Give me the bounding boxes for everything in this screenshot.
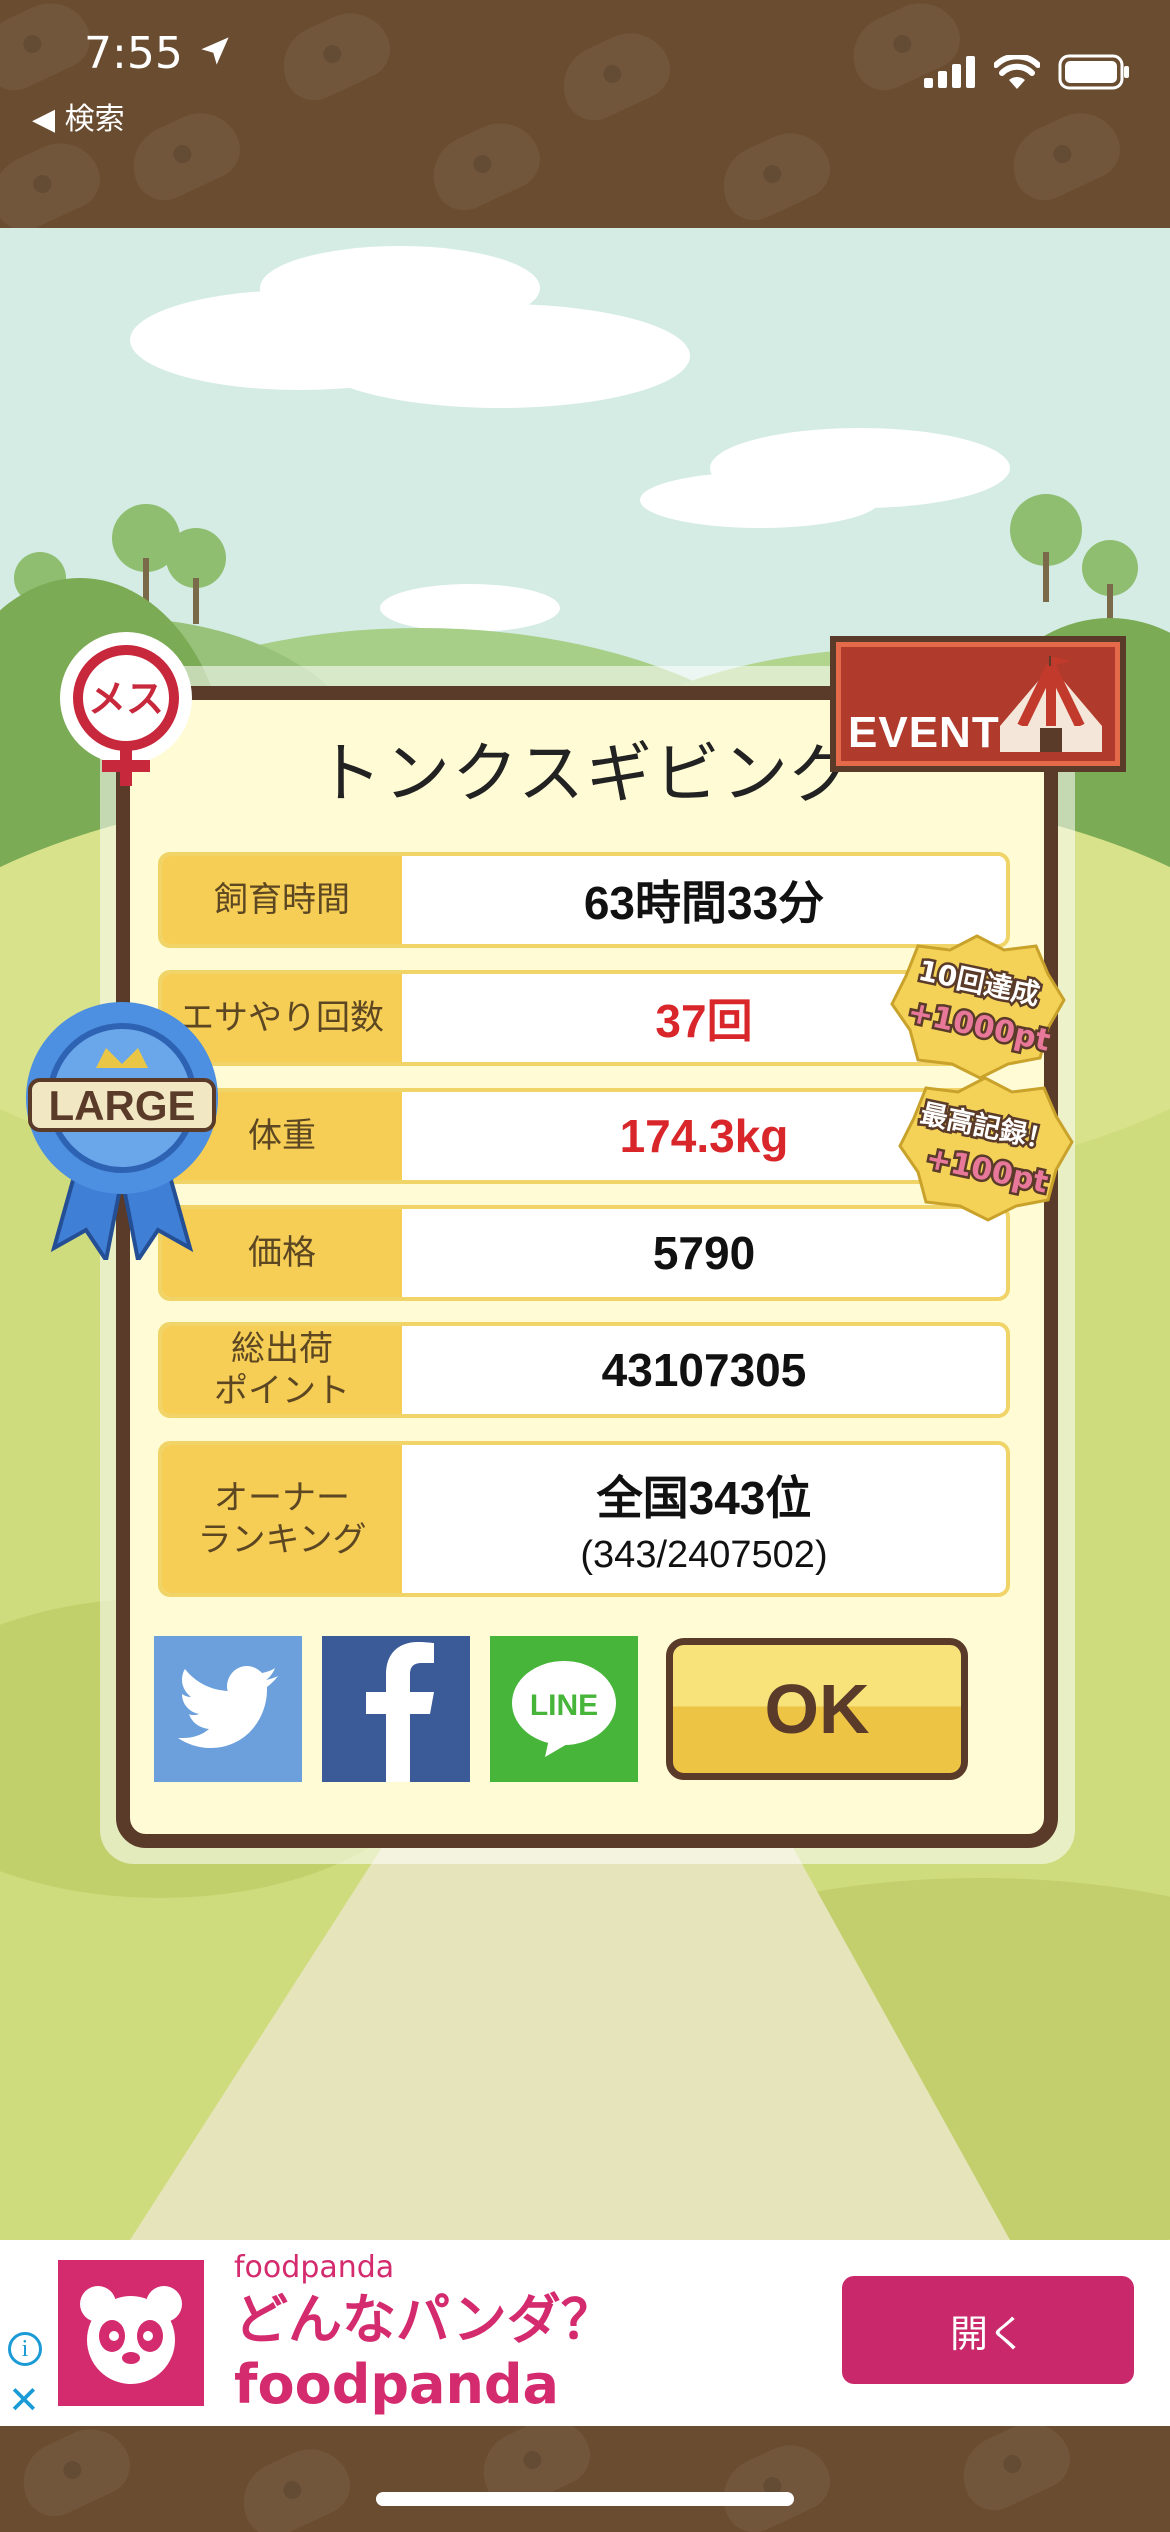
- bonus-badge-record: 最高記録！ +100pt: [898, 1076, 1074, 1222]
- circus-tent-icon: [1000, 656, 1102, 752]
- gender-label: メス: [88, 677, 164, 721]
- signal-icon: [924, 56, 975, 88]
- bonus-badge-10-feeds: 10回達成 +1000pt: [890, 934, 1066, 1080]
- ad-headline: どんなパンダ？ foodpanda: [234, 2288, 615, 2418]
- ad-brand: foodpanda: [234, 2250, 395, 2285]
- bottom-pattern: [0, 2426, 1170, 2532]
- stat-row-weight: 体重 174.3kg: [158, 1088, 1010, 1184]
- stat-row-feed-count: エサやり回数 37回: [158, 970, 1010, 1066]
- ok-button[interactable]: OK: [666, 1638, 968, 1780]
- panda-face-icon: [80, 2286, 182, 2384]
- twitter-bird-icon: [178, 1666, 278, 1748]
- stat-value: 43107305: [601, 1344, 807, 1396]
- ad-open-button[interactable]: 開く: [842, 2276, 1134, 2384]
- back-label: 検索: [64, 102, 125, 137]
- stat-value-group: 全国343位 (343/2407502): [402, 1445, 1006, 1593]
- stat-row-shipping-points: 総出荷 ポイント 43107305: [158, 1322, 1010, 1418]
- ad-close-icon[interactable]: ✕: [8, 2378, 40, 2422]
- location-arrow-icon: [201, 37, 229, 65]
- large-size-ribbon: LARGE: [26, 1002, 218, 1260]
- foodpanda-logo: [58, 2260, 204, 2406]
- stat-label: オーナー ランキング: [162, 1445, 402, 1593]
- share-line-button[interactable]: LINE: [490, 1636, 638, 1782]
- ad-info-icon[interactable]: i: [8, 2332, 42, 2366]
- ad-headline-line1: どんなパンダ？: [234, 2288, 615, 2351]
- stat-value: 63時間33分: [583, 877, 825, 929]
- status-time: 7:55: [84, 28, 183, 79]
- ad-banner[interactable]: i ✕ foodpanda どんなパンダ？ foodpanda 開く: [0, 2240, 1170, 2426]
- stat-value: 5790: [652, 1227, 756, 1279]
- stat-label: 総出荷 ポイント: [162, 1326, 402, 1414]
- ribbon-label: LARGE: [49, 1082, 196, 1129]
- stat-row-price: 価格 5790: [158, 1205, 1010, 1301]
- line-chat-icon: LINE: [512, 1661, 616, 1757]
- ranking-value: 全国343位: [596, 1471, 812, 1524]
- share-twitter-button[interactable]: [154, 1636, 302, 1782]
- event-badge: EVENT: [830, 636, 1126, 772]
- female-gender-badge: メス: [60, 632, 192, 786]
- ranking-detail: (343/2407502): [580, 1533, 828, 1576]
- facebook-f-icon: [366, 1642, 434, 1782]
- battery-icon: [1058, 54, 1129, 90]
- home-indicator[interactable]: [376, 2492, 794, 2506]
- ad-headline-line2: foodpanda: [234, 2352, 559, 2416]
- back-to-search-link[interactable]: ◀ 検索: [32, 94, 125, 138]
- status-icons: [924, 54, 1130, 90]
- stat-label: 飼育時間: [162, 856, 402, 944]
- wifi-icon: [994, 55, 1040, 89]
- stat-row-feeding-time: 飼育時間 63時間33分: [158, 852, 1010, 948]
- share-facebook-button[interactable]: [322, 1636, 470, 1782]
- line-label: LINE: [530, 1689, 598, 1722]
- stat-row-owner-ranking: オーナー ランキング 全国343位 (343/2407502): [158, 1441, 1010, 1597]
- event-label: EVENT: [848, 708, 1000, 757]
